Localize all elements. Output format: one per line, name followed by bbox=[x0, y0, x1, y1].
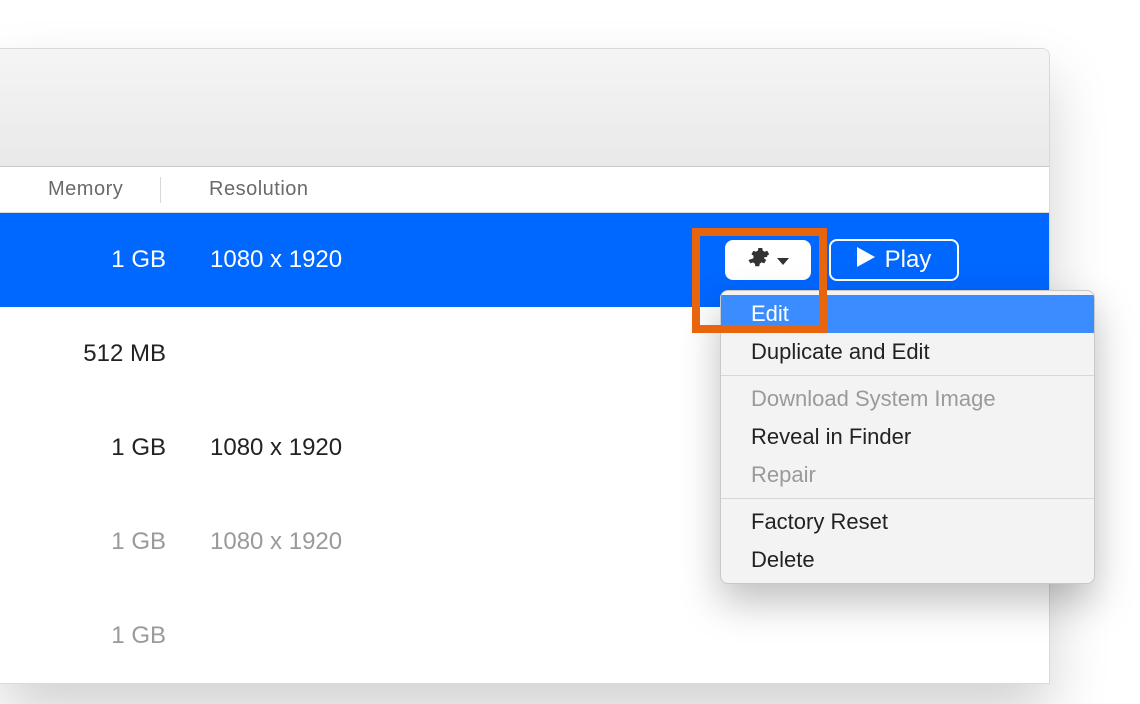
menu-item-download-system-image: Download System Image bbox=[721, 380, 1094, 418]
titlebar bbox=[0, 49, 1049, 167]
menu-item-factory-reset[interactable]: Factory Reset bbox=[721, 503, 1094, 541]
play-button-label: Play bbox=[885, 246, 932, 274]
chevron-down-icon bbox=[776, 246, 790, 274]
menu-item-edit[interactable]: Edit bbox=[721, 295, 1094, 333]
cell-memory: 1 GB bbox=[0, 528, 210, 556]
header-resolution[interactable]: Resolution bbox=[161, 178, 361, 201]
play-icon bbox=[857, 246, 875, 274]
cell-memory: 1 GB bbox=[0, 622, 210, 650]
menu-item-reveal-in-finder[interactable]: Reveal in Finder bbox=[721, 418, 1094, 456]
settings-dropdown-button[interactable] bbox=[725, 240, 811, 280]
cell-memory: 1 GB bbox=[0, 246, 210, 274]
table-headers: Memory Resolution bbox=[0, 167, 1049, 213]
cell-memory: 1 GB bbox=[0, 434, 210, 462]
cell-memory: 512 MB bbox=[0, 340, 210, 368]
context-menu: Edit Duplicate and Edit Download System … bbox=[720, 290, 1095, 584]
play-button[interactable]: Play bbox=[829, 239, 959, 281]
gear-icon bbox=[746, 245, 770, 276]
cell-resolution: 1080 x 1920 bbox=[210, 246, 342, 274]
table-row[interactable]: 1 GB bbox=[0, 589, 1049, 683]
cell-resolution: 1080 x 1920 bbox=[210, 528, 342, 556]
row-actions: Play bbox=[725, 239, 1049, 281]
menu-item-duplicate-edit[interactable]: Duplicate and Edit bbox=[721, 333, 1094, 371]
cell-resolution: 1080 x 1920 bbox=[210, 434, 342, 462]
menu-item-delete[interactable]: Delete bbox=[721, 541, 1094, 579]
menu-item-repair: Repair bbox=[721, 456, 1094, 494]
header-memory[interactable]: Memory bbox=[0, 178, 160, 201]
